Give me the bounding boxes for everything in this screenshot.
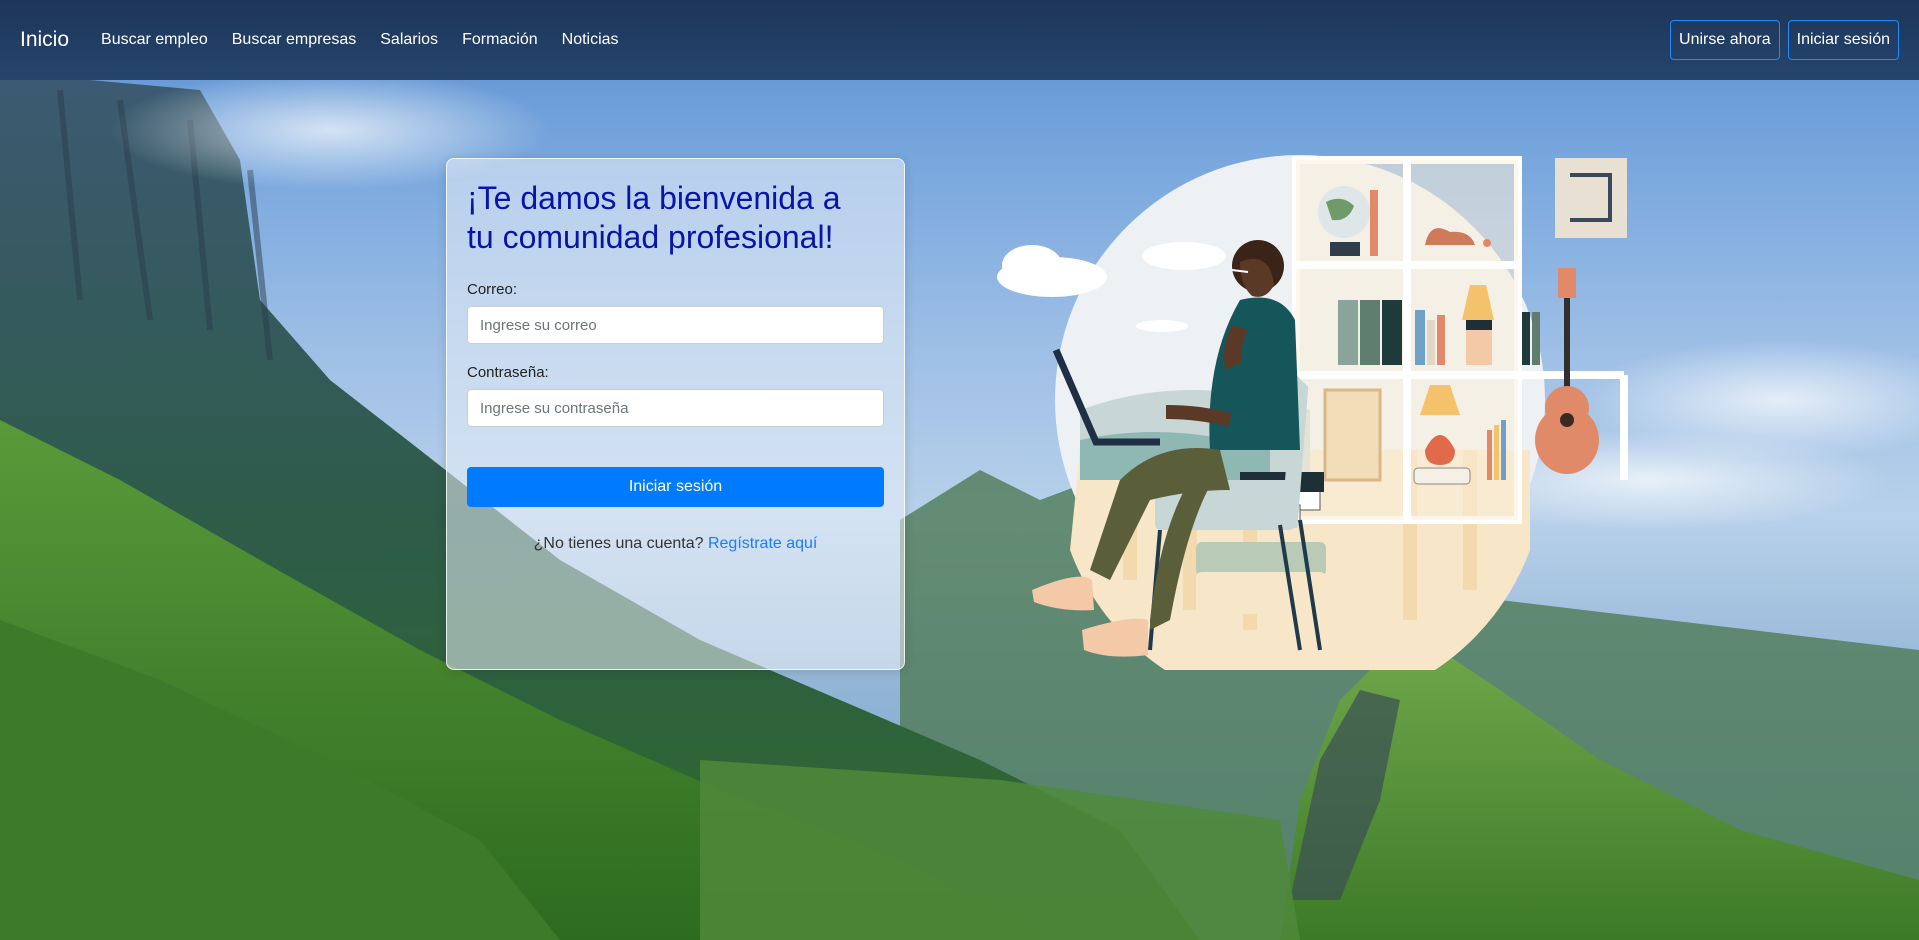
nav-link-formacion[interactable]: Formación [462, 31, 538, 49]
join-now-button[interactable]: Unirse ahora [1670, 20, 1780, 60]
person-working-on-laptop-illustration [970, 150, 1630, 711]
email-input[interactable] [467, 306, 884, 344]
login-card: ¡Te damos la bienvenida a tu comunidad p… [446, 158, 905, 670]
nav-link-buscar-empresas[interactable]: Buscar empresas [232, 31, 357, 49]
password-label: Contraseña: [467, 364, 549, 381]
login-submit-button[interactable]: Iniciar sesión [467, 467, 884, 507]
signup-link[interactable]: Regístrate aquí [708, 535, 817, 552]
email-label: Correo: [467, 281, 518, 298]
signup-prompt: ¿No tienes una cuenta? [533, 535, 704, 552]
top-navbar: Inicio Buscar empleo Buscar empresas Sal… [0, 0, 1919, 80]
mountain-landscape-image [0, 70, 1919, 940]
background-landscape [0, 0, 1919, 940]
password-input[interactable] [467, 389, 884, 427]
welcome-heading: ¡Te damos la bienvenida a tu comunidad p… [467, 180, 841, 255]
nav-link-buscar-empleo[interactable]: Buscar empleo [101, 31, 208, 49]
nav-actions: Unirse ahora Iniciar sesión [1670, 20, 1899, 60]
nav-login-button[interactable]: Iniciar sesión [1787, 20, 1899, 60]
signup-row: ¿No tienes una cuenta? Regístrate aquí [467, 535, 884, 553]
nav-link-noticias[interactable]: Noticias [562, 31, 619, 49]
brand-home-link[interactable]: Inicio [20, 28, 69, 52]
nav-link-salarios[interactable]: Salarios [380, 31, 438, 49]
illustration-icon [997, 155, 1628, 711]
nav-links: Buscar empleo Buscar empresas Salarios F… [101, 31, 643, 49]
